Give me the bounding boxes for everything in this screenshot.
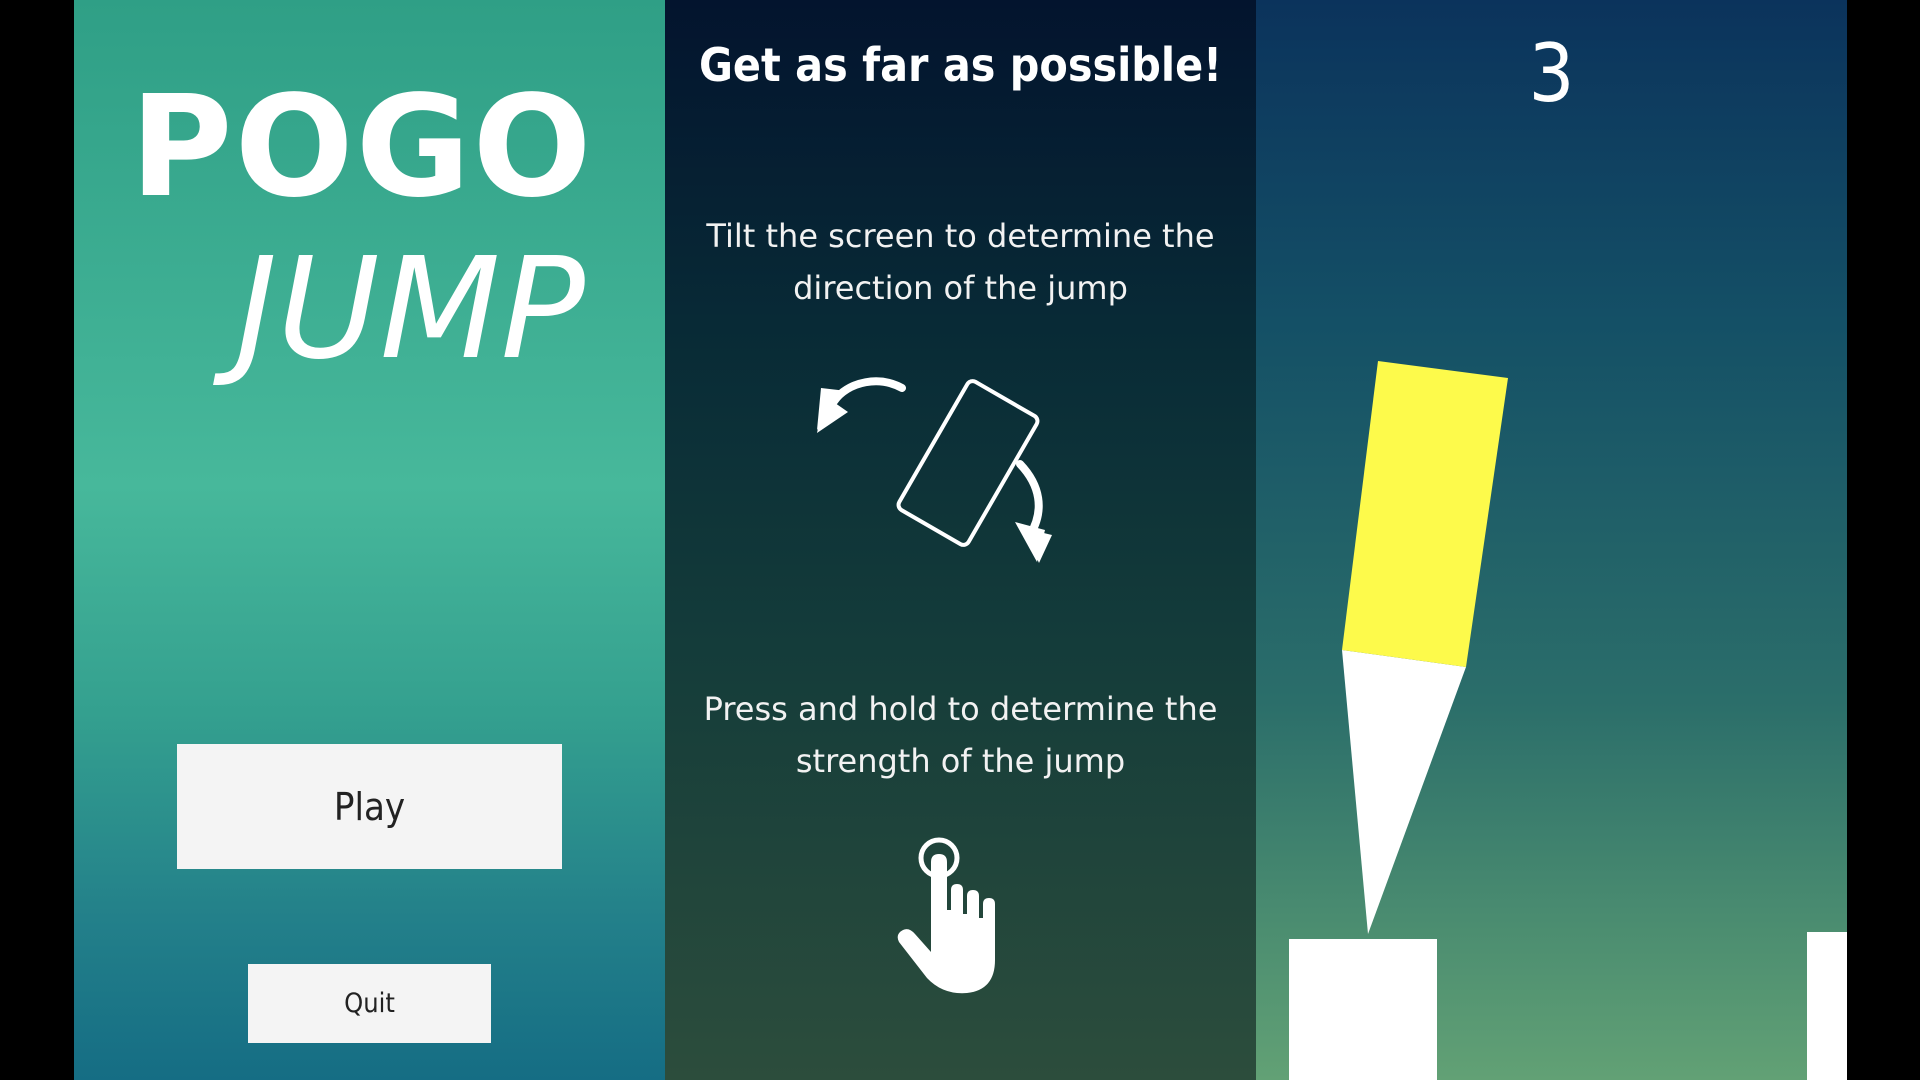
tilt-instruction: Tilt the screen to determine the directi…	[706, 217, 1215, 307]
instructions-panel: Get as far as possible! Tilt the screen …	[665, 0, 1256, 1080]
platform-next	[1807, 932, 1847, 1080]
pogo-body	[1342, 361, 1508, 667]
gameplay-panel: 3	[1256, 0, 1847, 1080]
press-instruction: Press and hold to determine the strength…	[703, 690, 1218, 780]
logo-pogo: POGO	[130, 66, 594, 229]
tap-hand-icon	[897, 837, 995, 994]
score-display: 3	[1528, 27, 1575, 120]
logo-jump: JUMP	[236, 228, 585, 391]
game-scene	[1289, 361, 1847, 1080]
play-button[interactable]: Play	[177, 744, 562, 869]
instructions-title: Get as far as possible!	[698, 38, 1223, 92]
quit-button[interactable]: Quit	[248, 964, 491, 1043]
pogo-spike	[1342, 650, 1466, 934]
platform-current	[1289, 939, 1437, 1080]
main-menu-panel: POGO JUMP Play Quit	[74, 0, 665, 1080]
tilt-phone-icon	[817, 377, 1052, 563]
